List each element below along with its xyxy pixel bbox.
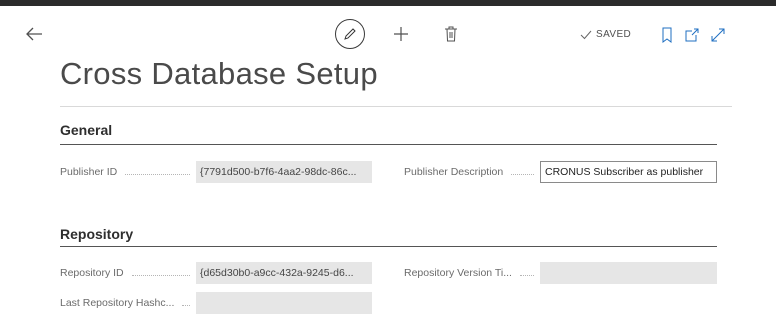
expand-icon: [711, 28, 725, 42]
section-title-repository[interactable]: Repository: [60, 226, 133, 242]
edit-button[interactable]: [335, 19, 365, 49]
publisher-id-label: Publisher ID: [60, 161, 190, 183]
open-new-window-button[interactable]: [684, 27, 700, 43]
repository-version-label-text: Repository Version Ti...: [404, 267, 512, 279]
label-leader-dots: [131, 274, 190, 276]
section-divider-repository: [60, 246, 717, 247]
back-arrow-icon: [26, 27, 42, 41]
title-divider: [60, 106, 732, 107]
last-repository-hash-label-text: Last Repository Hashc...: [60, 297, 175, 309]
label-leader-dots: [182, 304, 190, 306]
saved-label: SAVED: [596, 29, 632, 40]
new-button[interactable]: [392, 25, 410, 43]
bookmark-button[interactable]: [660, 27, 674, 43]
last-repository-hash-field[interactable]: [196, 292, 372, 314]
pencil-icon: [344, 28, 356, 40]
section-divider-general: [60, 144, 717, 145]
publisher-id-label-text: Publisher ID: [60, 166, 118, 178]
top-bar: [0, 0, 776, 6]
trash-icon: [445, 26, 457, 42]
checkmark-icon: [580, 30, 592, 39]
publisher-description-label-text: Publisher Description: [404, 166, 504, 178]
expand-button[interactable]: [710, 27, 726, 43]
repository-id-label: Repository ID: [60, 262, 190, 284]
repository-version-label: Repository Version Ti...: [404, 262, 534, 284]
publisher-id-field[interactable]: {7791d500-b7f6-4aa2-98dc-86c...: [196, 161, 372, 183]
repository-version-field[interactable]: [540, 262, 717, 284]
publisher-description-input[interactable]: [540, 161, 717, 183]
open-new-window-icon: [685, 28, 699, 42]
section-title-general[interactable]: General: [60, 122, 112, 138]
back-button[interactable]: [22, 22, 46, 46]
label-leader-dots: [519, 274, 534, 276]
repository-id-label-text: Repository ID: [60, 267, 124, 279]
last-repository-hash-label: Last Repository Hashc...: [60, 292, 190, 314]
repository-id-field[interactable]: {d65d30b0-a9cc-432a-9245-d6...: [196, 262, 372, 284]
saved-status: SAVED: [580, 29, 631, 40]
delete-button[interactable]: [444, 25, 458, 43]
label-leader-dots: [125, 173, 190, 175]
page-title: Cross Database Setup: [60, 56, 378, 91]
label-leader-dots: [511, 173, 534, 175]
bookmark-icon: [662, 27, 672, 43]
plus-icon: [394, 27, 408, 41]
publisher-description-label: Publisher Description: [404, 161, 534, 183]
